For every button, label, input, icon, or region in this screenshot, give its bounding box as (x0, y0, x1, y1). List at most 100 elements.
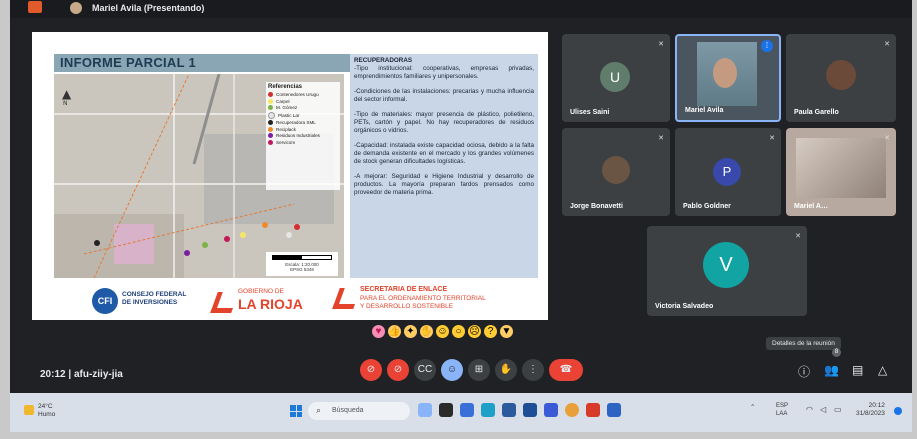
meeting-code: afu-ziiy-jia (73, 369, 123, 380)
secretaria-sub: PARA EL ORDENAMIENTO TERRITORIAL Y DESARR… (360, 295, 486, 310)
participant-tile[interactable]: ✕ Jorge Bonavetti (562, 128, 670, 216)
text-paragraph: -Tipo de materiales: mayor presencia de … (354, 111, 534, 134)
participant-tile[interactable]: ✕ Mariel A… (786, 128, 896, 216)
participant-tile[interactable]: ✕ P Pablo Goldner (675, 128, 781, 216)
meeting-details-tooltip: Detalles de la reunión (766, 337, 841, 350)
people-icon[interactable]: 👥 (824, 363, 839, 377)
legend-item: Carpel (268, 98, 338, 104)
lang-line2: LAA (776, 411, 788, 417)
legend-dot (268, 120, 273, 125)
info-icon[interactable]: ⓘ (798, 363, 810, 380)
people-count-badge: 8 (832, 348, 841, 357)
shared-slide: INFORME PARCIAL 1 ▲ N Referencias Conten… (32, 32, 548, 320)
rioja-line1: GOBIERNO DE (238, 288, 284, 295)
legend-label: M. Gómez (276, 105, 298, 110)
secretaria-logo (332, 288, 361, 309)
map-marker (94, 240, 100, 246)
legend-label: Plastic Lar (278, 112, 300, 118)
camera-toggle-icon[interactable]: ⊘ (387, 359, 409, 381)
slide-title: INFORME PARCIAL 1 (54, 54, 350, 72)
meeting-info: 20:12 | afu-ziiy-jia (40, 369, 123, 380)
chat-icon[interactable]: ▤ (852, 363, 863, 377)
legend-dot (268, 133, 273, 138)
surprised-reaction-icon[interactable]: ○ (452, 325, 465, 338)
participant-tile[interactable]: ✕ U Ulises Saini (562, 34, 670, 122)
heart-reaction-icon[interactable]: ♥ (372, 325, 385, 338)
more-options-icon[interactable]: ⋮ (522, 359, 544, 381)
legend-dot (268, 92, 273, 97)
clap-reaction-icon[interactable]: ✋ (420, 325, 433, 338)
edge-icon[interactable] (481, 403, 495, 417)
avatar (602, 156, 630, 184)
language-indicator[interactable]: ESP LAA (776, 402, 788, 418)
presenter-label: Mariel Avila (Presentando) (92, 3, 205, 13)
weather-icon (24, 405, 34, 415)
cfi-logo: CFI (92, 288, 118, 314)
captions-icon[interactable]: CC (414, 359, 436, 381)
thumbs-up-reaction-icon[interactable]: 👍 (388, 325, 401, 338)
mic-toggle-icon[interactable]: ⊘ (360, 359, 382, 381)
top-bar: Mariel Avila (Presentando) (10, 0, 912, 18)
weather-desc: Humo (38, 411, 56, 418)
acrobat-icon[interactable] (586, 403, 600, 417)
activities-icon[interactable]: △ (878, 363, 887, 377)
task-view-icon[interactable] (418, 403, 432, 417)
thinking-reaction-icon[interactable]: ? (484, 325, 497, 338)
chat-app-icon[interactable] (460, 403, 474, 417)
participant-tile[interactable]: ✕ V Victoria Salvadeo (647, 226, 807, 316)
search-placeholder: Búsqueda (332, 407, 364, 414)
windows-start-icon[interactable] (290, 405, 302, 417)
participant-tile-active[interactable]: ⁞ Mariel Avila (675, 34, 781, 122)
thumbs-down-reaction-icon[interactable]: ▼ (500, 325, 513, 338)
word-icon[interactable] (607, 403, 621, 417)
wifi-icon[interactable]: ◠ (806, 405, 813, 414)
taskbar-clock[interactable]: 20:12 31/8/2023 (856, 402, 885, 418)
app-icon[interactable] (523, 403, 537, 417)
map-scale: Escala: 1:20.000 EPSG 5348 (266, 252, 338, 276)
party-reaction-icon[interactable]: ✦ (404, 325, 417, 338)
speaking-icon: ⁞ (761, 40, 773, 52)
participant-tile[interactable]: ✕ Paula Garello (786, 34, 896, 122)
app-icon[interactable] (544, 403, 558, 417)
scale-bar (272, 255, 332, 260)
app-icon[interactable] (502, 403, 516, 417)
avatar: V (703, 242, 749, 288)
map-image: ▲ N Referencias Contenedores Urugu Carpe… (54, 74, 344, 278)
clock-time: 20:12 (868, 402, 885, 409)
weather-widget[interactable]: 24°C Humo (38, 403, 55, 419)
svg-text:▲: ▲ (62, 87, 72, 101)
legend-item: Residuos Industriales (268, 133, 338, 138)
map-legend: Referencias Contenedores Urugu Carpel M.… (266, 82, 340, 190)
chrome-icon[interactable] (565, 403, 579, 417)
legend-label: Contenedores Urugu (276, 92, 319, 97)
svg-text:N: N (63, 100, 68, 107)
end-call-icon[interactable]: ☎ (549, 359, 583, 381)
avatar: P (713, 158, 741, 186)
taskbar-search[interactable]: ⌕ Búsqueda (308, 402, 410, 420)
emoji-icon[interactable]: ☺ (441, 359, 463, 381)
participant-name: Mariel Avila (685, 107, 724, 114)
battery-icon[interactable]: ▭ (834, 405, 842, 414)
legend-dot (268, 105, 273, 110)
map-marker (224, 236, 230, 242)
legend-dot (268, 111, 275, 119)
text-heading: RECUPERADORAS (354, 57, 413, 64)
participant-name: Mariel A… (794, 203, 828, 210)
laugh-reaction-icon[interactable]: ☺ (436, 325, 449, 338)
present-icon[interactable]: ⊞ (468, 359, 490, 381)
system-tray-icons[interactable]: ⌃ (750, 404, 755, 412)
text-paragraph: -A mejorar: Seguridad e Higiene Industri… (354, 173, 534, 196)
secretaria-line3: Y DESARROLLO SOSTENIBLE (360, 302, 454, 310)
notification-icon[interactable] (894, 407, 902, 415)
rioja-logo (210, 292, 239, 313)
taskbar-apps (418, 403, 621, 417)
file-explorer-icon[interactable] (439, 403, 453, 417)
search-icon: ⌕ (316, 405, 322, 415)
sad-reaction-icon[interactable]: ☹ (468, 325, 481, 338)
mic-off-icon: ✕ (769, 135, 775, 142)
raise-hand-icon[interactable]: ✋ (495, 359, 517, 381)
volume-icon[interactable]: ◁ (820, 405, 826, 414)
text-paragraph: -Condiciones de las instalaciones: preca… (354, 88, 534, 103)
mic-off-icon: ✕ (884, 135, 890, 142)
cfi-line: DE INVERSIONES (122, 299, 178, 306)
